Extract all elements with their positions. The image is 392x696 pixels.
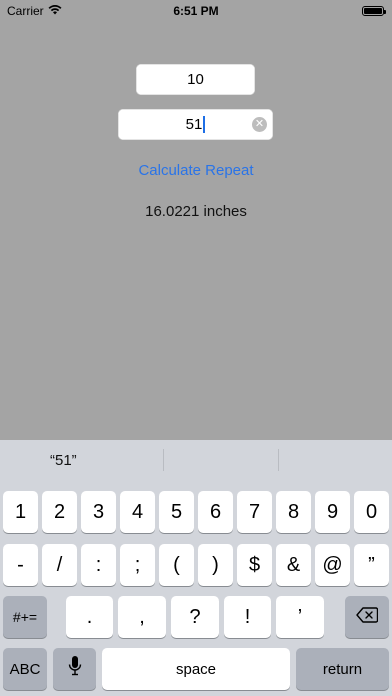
- key-semicolon[interactable]: ;: [120, 544, 155, 586]
- key-slash[interactable]: /: [42, 544, 77, 586]
- delete-key[interactable]: [345, 596, 389, 638]
- key-period[interactable]: .: [66, 596, 113, 638]
- dictation-key[interactable]: [53, 648, 96, 690]
- calculate-repeat-button[interactable]: Calculate Repeat: [0, 162, 392, 179]
- second-number-field[interactable]: 51 ✕: [118, 109, 273, 140]
- key-8[interactable]: 8: [276, 491, 311, 533]
- suggestion-divider: [163, 449, 165, 471]
- key-hyphen[interactable]: -: [3, 544, 38, 586]
- first-number-field[interactable]: 10: [136, 64, 255, 95]
- key-exclamation[interactable]: !: [224, 596, 271, 638]
- key-4[interactable]: 4: [120, 491, 155, 533]
- key-0[interactable]: 0: [354, 491, 389, 533]
- key-7[interactable]: 7: [237, 491, 272, 533]
- key-close-paren[interactable]: ): [198, 544, 233, 586]
- battery-icon: [362, 6, 386, 16]
- key-comma[interactable]: ,: [118, 596, 166, 638]
- key-abc[interactable]: ABC: [3, 648, 47, 690]
- key-9[interactable]: 9: [315, 491, 350, 533]
- suggestion-divider: [277, 449, 279, 471]
- key-2[interactable]: 2: [42, 491, 77, 533]
- key-at[interactable]: @: [315, 544, 350, 586]
- key-6[interactable]: 6: [198, 491, 233, 533]
- status-bar: Carrier 6:51 PM: [0, 0, 392, 22]
- text-caret: [203, 116, 206, 133]
- suggestion-bar: “51”: [0, 440, 392, 480]
- first-number-value: 10: [187, 71, 204, 88]
- key-colon[interactable]: :: [81, 544, 116, 586]
- key-quote[interactable]: ”: [354, 544, 389, 586]
- key-dollar[interactable]: $: [237, 544, 272, 586]
- result-label: 16.0221 inches: [145, 203, 247, 220]
- status-time: 6:51 PM: [173, 4, 219, 18]
- second-number-value: 51: [185, 116, 203, 133]
- key-5[interactable]: 5: [159, 491, 194, 533]
- key-question[interactable]: ?: [171, 596, 219, 638]
- keyboard: “51” 1 2 3 4 5 6 7 8 9 0 - / : ; ( ) $ &…: [0, 440, 392, 696]
- backspace-icon: [356, 606, 379, 629]
- key-open-paren[interactable]: (: [159, 544, 194, 586]
- suggestion-item[interactable]: “51”: [0, 452, 163, 469]
- clear-text-icon[interactable]: ✕: [252, 117, 267, 132]
- key-1[interactable]: 1: [3, 491, 38, 533]
- key-symbols-toggle[interactable]: #+=: [3, 596, 47, 638]
- key-ampersand[interactable]: &: [276, 544, 311, 586]
- space-key[interactable]: space: [102, 648, 290, 690]
- key-apostrophe[interactable]: ’: [276, 596, 324, 638]
- key-3[interactable]: 3: [81, 491, 116, 533]
- return-key[interactable]: return: [296, 648, 389, 690]
- microphone-icon: [68, 655, 82, 683]
